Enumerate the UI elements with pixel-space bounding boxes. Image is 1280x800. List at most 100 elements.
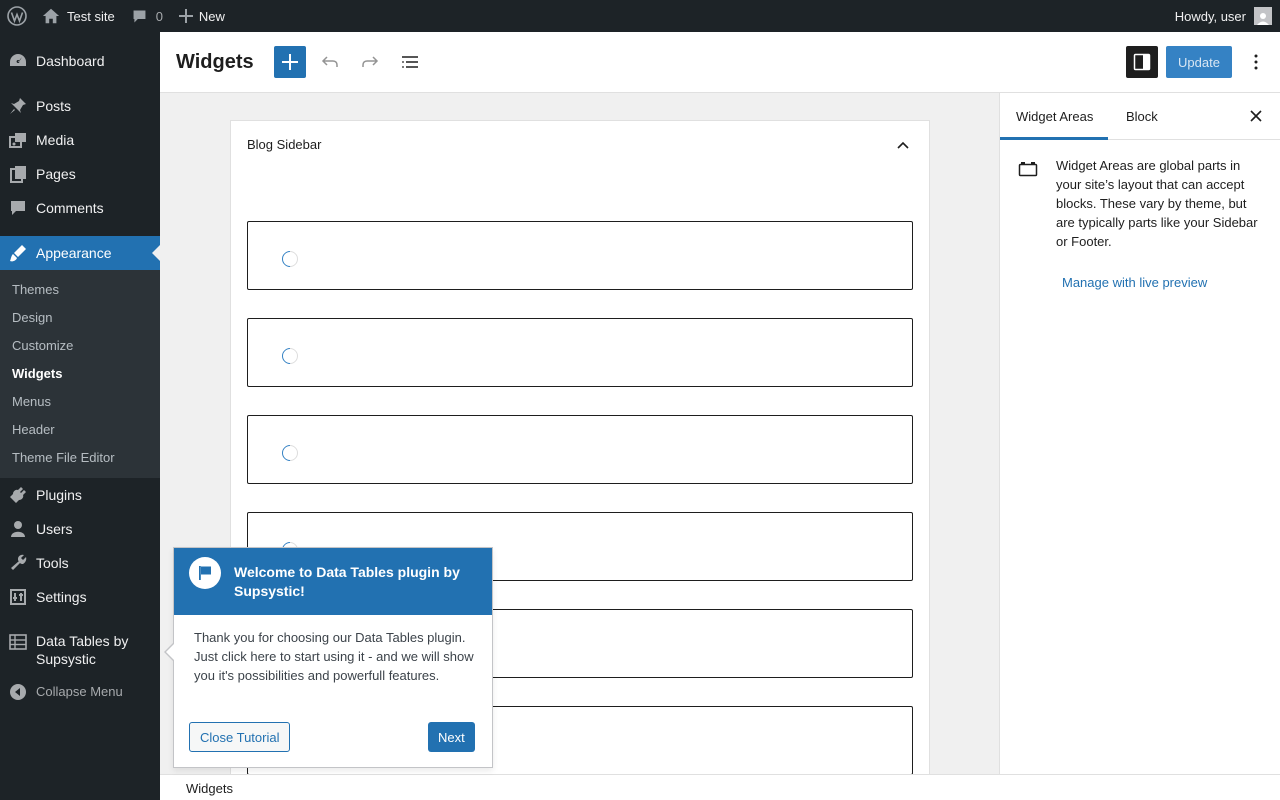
- menu-item-plugins[interactable]: Plugins: [0, 478, 160, 512]
- widget-area-title[interactable]: Blog Sidebar: [247, 137, 321, 152]
- close-icon: [1250, 110, 1262, 122]
- menu-item-dashboard[interactable]: Dashboard: [0, 44, 160, 78]
- redo-button[interactable]: [354, 46, 386, 78]
- widget-block[interactable]: [247, 221, 913, 290]
- widget-area-icon: [1018, 161, 1038, 180]
- submenu-item-theme-file-editor[interactable]: Theme File Editor: [12, 450, 115, 465]
- plug-icon: [0, 485, 36, 505]
- collapse-icon: [0, 683, 36, 701]
- site-name-link[interactable]: Test site: [34, 0, 123, 32]
- comments-link[interactable]: 0: [123, 0, 171, 32]
- popover-body: Thank you for choosing our Data Tables p…: [194, 630, 474, 683]
- submenu-item-customize[interactable]: Customize: [12, 338, 73, 353]
- pushpin-icon: [0, 96, 36, 116]
- menu-label: Posts: [36, 98, 72, 114]
- menu-label: Collapse Menu: [36, 684, 123, 699]
- flag-icon: [189, 557, 221, 589]
- undo-icon: [321, 56, 338, 67]
- settings-sidebar: Widget Areas Block Widget Areas are glob…: [999, 93, 1280, 774]
- menu-label: Settings: [36, 589, 87, 605]
- my-account-link[interactable]: Howdy, user: [1167, 0, 1280, 32]
- home-icon: [42, 8, 60, 24]
- media-icon: [0, 130, 36, 150]
- comments-count: 0: [155, 8, 163, 24]
- breadcrumb[interactable]: Widgets: [186, 781, 233, 796]
- close-tutorial-button[interactable]: Close Tutorial: [189, 722, 291, 752]
- menu-item-media[interactable]: Media: [0, 123, 160, 157]
- submenu-item-menus[interactable]: Menus: [12, 394, 51, 409]
- list-view-button[interactable]: [394, 46, 426, 78]
- menu-label: Users: [36, 521, 73, 537]
- submenu-item-design[interactable]: Design: [12, 310, 52, 325]
- submenu-item-widgets[interactable]: Widgets: [12, 366, 62, 381]
- menu-item-posts[interactable]: Posts: [0, 89, 160, 123]
- menu-item-comments[interactable]: Comments: [0, 191, 160, 225]
- widget-block[interactable]: [247, 318, 913, 387]
- plus-icon: [282, 54, 298, 70]
- avatar: [1254, 7, 1272, 25]
- pages-icon: [0, 164, 36, 184]
- collapse-widget-area-button[interactable]: [891, 135, 915, 155]
- plus-icon: [178, 9, 193, 23]
- menu-label: Comments: [36, 200, 104, 216]
- next-button[interactable]: Next: [428, 722, 475, 752]
- widget-block[interactable]: [247, 415, 913, 484]
- admin-bar: Test site 0 New Howdy, user: [0, 0, 1280, 32]
- user-icon: [0, 519, 36, 539]
- widget-areas-description: Widget Areas are global parts in your si…: [1056, 158, 1258, 249]
- options-menu-button[interactable]: [1244, 46, 1268, 78]
- collapse-menu-button[interactable]: Collapse Menu: [0, 675, 160, 709]
- site-name-label: Test site: [67, 8, 115, 24]
- update-button[interactable]: Update: [1166, 46, 1232, 78]
- comment-icon: [133, 10, 146, 22]
- new-content-link[interactable]: New: [171, 0, 233, 32]
- submenu-item-header[interactable]: Header: [12, 422, 55, 437]
- submenu-item-themes[interactable]: Themes: [12, 282, 59, 297]
- menu-label: Tools: [36, 555, 69, 571]
- menu-label: Appearance: [36, 245, 112, 261]
- menu-label: Dashboard: [36, 53, 105, 69]
- popover-title: Welcome to Data Tables plugin by Supsyst…: [234, 564, 460, 599]
- tutorial-popover: Welcome to Data Tables plugin by Supsyst…: [164, 547, 493, 768]
- menu-item-settings[interactable]: Settings: [0, 580, 160, 614]
- list-view-icon: [402, 56, 418, 68]
- block-inserter-button[interactable]: [274, 46, 306, 78]
- settings-icon: [0, 587, 36, 607]
- menu-label: Pages: [36, 166, 76, 182]
- table-icon: [0, 633, 36, 651]
- admin-menu: Dashboard Posts Media Pages Comments App…: [0, 32, 160, 800]
- menu-item-data-tables[interactable]: Data Tables by Supsystic: [0, 624, 160, 676]
- more-vertical-icon: [1254, 54, 1258, 70]
- wordpress-logo-icon[interactable]: [0, 0, 34, 32]
- menu-item-users[interactable]: Users: [0, 512, 160, 546]
- redo-icon: [362, 56, 379, 67]
- loading-spinner: [278, 344, 302, 368]
- close-sidebar-button[interactable]: [1244, 104, 1268, 128]
- menu-item-appearance[interactable]: Appearance: [0, 236, 160, 270]
- loading-spinner: [278, 441, 302, 465]
- editor-header: Widgets Update: [160, 32, 1280, 93]
- tab-block[interactable]: Block: [1126, 93, 1158, 140]
- manage-live-preview-link[interactable]: Manage with live preview: [1062, 275, 1207, 290]
- menu-item-tools[interactable]: Tools: [0, 546, 160, 580]
- sidebar-tabs: Widget Areas Block: [1000, 93, 1280, 140]
- undo-button[interactable]: [314, 46, 346, 78]
- chevron-up-icon: [897, 141, 909, 149]
- greeting-text: Howdy, user: [1174, 8, 1246, 24]
- menu-label: Data Tables by Supsystic: [36, 633, 129, 667]
- wrench-icon: [0, 553, 36, 573]
- tab-widget-areas[interactable]: Widget Areas: [1000, 93, 1109, 140]
- editor-footer: Widgets: [160, 774, 1280, 800]
- dashboard-icon: [0, 51, 36, 71]
- menu-item-pages[interactable]: Pages: [0, 157, 160, 191]
- page-title: Widgets: [176, 51, 254, 73]
- paintbrush-icon: [0, 243, 36, 263]
- loading-spinner: [278, 247, 302, 271]
- settings-toggle-button[interactable]: [1126, 46, 1158, 78]
- menu-label: Plugins: [36, 487, 82, 503]
- menu-label: Media: [36, 132, 75, 148]
- popover-header: Welcome to Data Tables plugin by Supsyst…: [174, 548, 492, 615]
- new-label: New: [198, 8, 225, 24]
- comment-icon: [0, 198, 36, 218]
- appearance-submenu: Themes Design Customize Widgets Menus He…: [0, 270, 160, 478]
